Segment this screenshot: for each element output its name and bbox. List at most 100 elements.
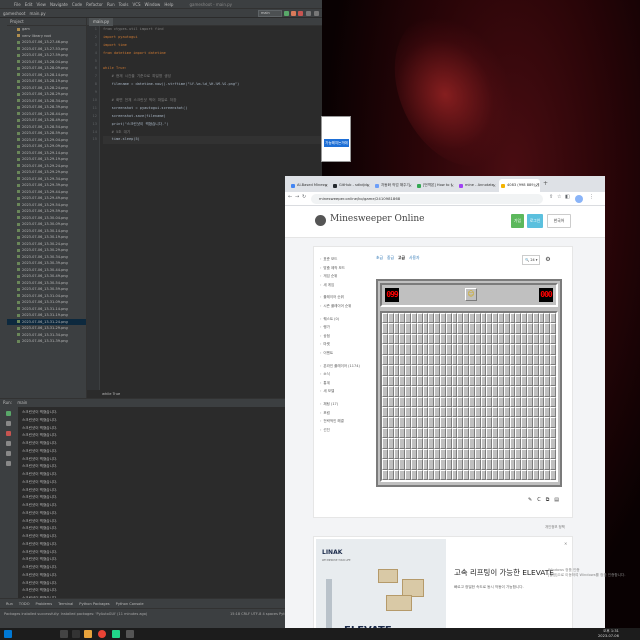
game-tool-icon[interactable]: ▤ xyxy=(554,497,559,503)
browser-tab[interactable]: mine - Annotate × xyxy=(457,179,498,192)
site-menu-item[interactable]: › 온라인 플레이어 (1174) xyxy=(320,362,374,371)
tree-file[interactable]: 2023-07-06_13-31-39.png xyxy=(7,338,86,345)
settings-gear-icon[interactable] xyxy=(314,11,319,16)
ad-close-icon[interactable]: ✕ xyxy=(564,541,567,546)
mine-cell[interactable] xyxy=(550,469,556,480)
tab-close-icon[interactable]: × xyxy=(367,179,370,192)
site-menu-item[interactable]: › 맞춤 제작 모드 xyxy=(320,264,374,273)
trash-icon[interactable] xyxy=(6,461,11,466)
mine-cell[interactable] xyxy=(550,396,556,407)
mine-cell[interactable] xyxy=(550,406,556,418)
join-button[interactable]: 가입 xyxy=(511,214,524,228)
url-bar[interactable]: minesweeper.online/ko/game/2410981868 xyxy=(311,194,543,204)
mine-cell[interactable] xyxy=(550,386,556,397)
code-line[interactable]: # 5초 대기 xyxy=(103,129,322,137)
bottom-tab[interactable]: Python Packages xyxy=(79,602,109,606)
advertisement[interactable]: LINAK WE IMPROVE YOUR LIFE ELEVATE 고속 리프… xyxy=(313,536,573,640)
run-icon[interactable] xyxy=(284,11,289,16)
ad-title[interactable]: 고속 리프팅이 가능한 ELEVATE xyxy=(454,567,554,578)
code-line[interactable]: filename = datetime.now().strftime("%Y-%… xyxy=(103,81,322,89)
game-tool-icon[interactable]: ⧉ xyxy=(546,497,550,503)
site-menu-item[interactable]: › 이벤트 xyxy=(320,349,374,358)
extensions-icon[interactable]: ◧ xyxy=(565,194,570,200)
mine-cell[interactable] xyxy=(550,427,556,439)
bottom-tab[interactable]: Run xyxy=(6,602,13,606)
code-line[interactable]: from datetime import datetime xyxy=(103,50,322,58)
menu-item[interactable]: Tools xyxy=(119,2,129,7)
site-menu-item[interactable]: › 퀘스트 (0) xyxy=(320,315,374,324)
mine-grid[interactable] xyxy=(382,313,556,480)
code-line[interactable]: import pyautogui xyxy=(103,34,322,42)
site-menu-item[interactable]: › 전략적인 해결 xyxy=(320,417,374,426)
tab-close-icon[interactable]: × xyxy=(451,179,454,192)
profile-avatar[interactable] xyxy=(575,195,583,203)
menu-item[interactable]: Help xyxy=(164,2,173,7)
code-line[interactable]: screenshot = pyautogui.screenshot() xyxy=(103,105,322,113)
mine-cell[interactable] xyxy=(550,323,556,334)
rerun-icon[interactable] xyxy=(6,411,11,416)
mine-cell[interactable] xyxy=(550,438,556,449)
site-menu-item[interactable]: › 포럼 xyxy=(320,409,374,418)
code-line[interactable]: screenshot.save(filename) xyxy=(103,113,322,121)
zoom-select[interactable]: 🔍 24 ▾ xyxy=(522,255,540,265)
site-logo-text[interactable]: Minesweeper Online xyxy=(330,214,425,224)
mine-cell[interactable] xyxy=(550,365,556,376)
browser-tab[interactable]: 자동화 작업 해주기 × xyxy=(373,179,414,192)
code-line[interactable]: from ctypes.util import find xyxy=(103,26,322,34)
browser-tab[interactable]: [번역본] How to f × xyxy=(415,179,456,192)
editor-tab-main[interactable]: main.py xyxy=(89,18,114,26)
forward-arrow-icon[interactable]: → xyxy=(295,194,299,200)
menu-item[interactable]: Code xyxy=(72,2,82,7)
taskbar-app-icon[interactable] xyxy=(126,630,134,638)
site-menu-item[interactable]: › 새 게임 xyxy=(320,281,374,290)
tab-close-icon[interactable]: × xyxy=(409,179,412,192)
start-windows-icon[interactable] xyxy=(4,630,12,638)
site-menu-item[interactable]: › 플레이어 순위 xyxy=(320,293,374,302)
mine-cell[interactable] xyxy=(550,354,556,366)
mine-cell[interactable] xyxy=(550,313,556,324)
menu-item[interactable]: Edit xyxy=(25,2,33,7)
stop-icon[interactable] xyxy=(298,11,303,16)
site-menu-item[interactable]: › 마켓 xyxy=(320,340,374,349)
bookmark-star-icon[interactable]: ☆ xyxy=(557,194,561,200)
browser-tab[interactable]: GitHub - sdkdjdc × xyxy=(331,179,372,192)
mine-cell[interactable] xyxy=(550,448,556,460)
menu-item[interactable]: Window xyxy=(145,2,161,7)
search-icon[interactable] xyxy=(306,11,311,16)
site-menu-item[interactable]: › 게임 순위 xyxy=(320,272,374,281)
pycharm-icon[interactable] xyxy=(112,630,120,638)
mine-cell[interactable] xyxy=(550,417,556,428)
back-arrow-icon[interactable]: ← xyxy=(288,194,292,200)
scroll-end-icon[interactable] xyxy=(6,441,11,446)
smiley-face-button[interactable]: ☺ xyxy=(465,288,477,301)
tab-close-icon[interactable]: × xyxy=(493,179,496,192)
site-menu-item[interactable]: › 시즌 플레이어 순위 xyxy=(320,302,374,311)
code-line[interactable]: import time xyxy=(103,42,322,50)
code-line[interactable]: print("스크린샷이 찍혔습니다.") xyxy=(103,121,322,129)
bottom-tab[interactable]: Python Console xyxy=(116,602,144,606)
bottom-tab[interactable]: Terminal xyxy=(58,602,73,606)
wrench-icon[interactable] xyxy=(6,421,11,426)
menu-item[interactable]: View xyxy=(36,2,46,7)
site-menu-item[interactable]: › 소식 xyxy=(320,370,374,379)
run-tab[interactable]: main xyxy=(17,400,27,405)
file-explorer-icon[interactable] xyxy=(84,630,92,638)
level-tab[interactable]: 사용자 xyxy=(409,255,419,260)
bottom-tab[interactable]: Problems xyxy=(36,602,53,606)
browser-tab[interactable]: AI-Based Minesw × xyxy=(289,179,330,192)
stop-run-icon[interactable] xyxy=(6,431,11,436)
level-tab[interactable]: 고급 xyxy=(398,255,405,260)
game-tool-icon[interactable]: ✎ xyxy=(528,497,532,503)
debug-icon[interactable] xyxy=(291,11,296,16)
taskbar-app-icon[interactable] xyxy=(72,630,80,638)
menu-item[interactable]: File xyxy=(14,2,21,7)
code-line[interactable] xyxy=(103,89,322,97)
mine-cell[interactable] xyxy=(550,459,556,470)
code-line[interactable]: time.sleep(5) xyxy=(103,136,322,145)
menu-item[interactable]: Navigate xyxy=(50,2,68,7)
site-menu-item[interactable]: › 랭가 xyxy=(320,323,374,332)
breadcrumb-item[interactable]: gameshoot xyxy=(3,11,25,16)
level-tab[interactable]: 중급 xyxy=(387,255,394,260)
tab-close-icon[interactable]: × xyxy=(325,179,328,192)
more-menu-icon[interactable]: ⋮ xyxy=(589,194,594,200)
